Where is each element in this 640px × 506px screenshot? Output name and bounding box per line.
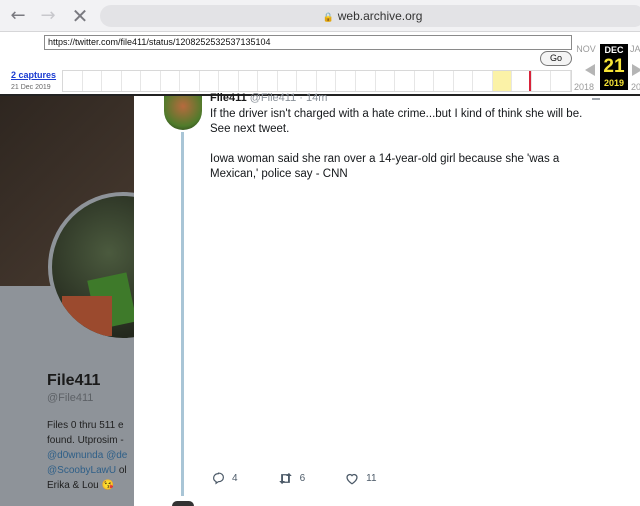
heart-icon (346, 473, 358, 485)
address-bar[interactable]: 🔒 web.archive.org (100, 5, 640, 27)
tweet-text: If the driver isn't charged with a hate … (210, 108, 583, 180)
tweet-author-handle[interactable]: @File411 · 14m (250, 92, 328, 104)
captures-link[interactable]: 2 captures (11, 70, 56, 80)
calendar-next-month[interactable]: JA (630, 44, 640, 54)
reply-icon (213, 472, 224, 485)
bio-link[interactable]: @d0wnunda @de (47, 448, 147, 463)
back-arrow-icon[interactable]: ← (8, 6, 28, 26)
tweet-header: File411 @File411 · 14m (210, 92, 327, 104)
next-capture-arrow-icon[interactable] (632, 64, 640, 76)
calendar-current-day: 21 (603, 56, 625, 77)
wayback-toolbar: https://twitter.com/file411/status/12082… (0, 32, 640, 96)
captures-date: 21 Dec 2019 (11, 84, 51, 91)
chevron-down-icon[interactable] (592, 96, 600, 100)
thread-line (181, 132, 184, 496)
like-count: 11 (366, 473, 377, 484)
tweet-actions: 4 6 11 (212, 472, 417, 485)
profile-name: File411 (47, 372, 101, 389)
like-button[interactable]: 11 (345, 472, 377, 485)
bio-link[interactable]: @ScoobyLawU (47, 465, 116, 476)
retweet-button[interactable]: 6 (278, 472, 306, 485)
retweet-count: 6 (299, 473, 306, 484)
tweet-modal: File411 @File411 · 14m If the driver isn… (134, 92, 640, 506)
profile-bio: Files 0 thru 511 e found. Utprosim - @d0… (47, 418, 147, 493)
prev-capture-arrow-icon[interactable] (585, 64, 595, 76)
reply-count: 4 (232, 473, 238, 484)
reply-button[interactable]: 4 (212, 472, 238, 485)
capture-marker[interactable] (529, 71, 531, 91)
profile-handle: @File411 (47, 392, 94, 404)
retweet-icon (278, 472, 292, 485)
calendar-current: DEC 21 2019 (600, 44, 628, 90)
browser-toolbar: ← → ✕ 🔒 web.archive.org (0, 0, 640, 32)
calendar-prev-month[interactable]: NOV (573, 44, 599, 54)
address-domain: web.archive.org (337, 9, 423, 23)
calendar-current-year: 2019 (603, 78, 625, 88)
next-tweet-avatar (172, 501, 194, 506)
lock-icon: 🔒 (322, 13, 334, 23)
capture-timeline[interactable] (62, 70, 572, 92)
calendar-next-year[interactable]: 20 (631, 82, 640, 92)
wayback-url-input[interactable]: https://twitter.com/file411/status/12082… (44, 35, 572, 50)
forward-arrow-icon[interactable]: → (38, 6, 58, 26)
emoji-icon: 😘 (101, 480, 114, 491)
go-button[interactable]: Go (540, 51, 572, 66)
tweet-author-avatar[interactable] (164, 96, 202, 130)
calendar-prev-year[interactable]: 2018 (574, 82, 594, 92)
stop-loading-icon[interactable]: ✕ (70, 6, 90, 26)
tweet-author-name[interactable]: File411 (210, 92, 247, 104)
